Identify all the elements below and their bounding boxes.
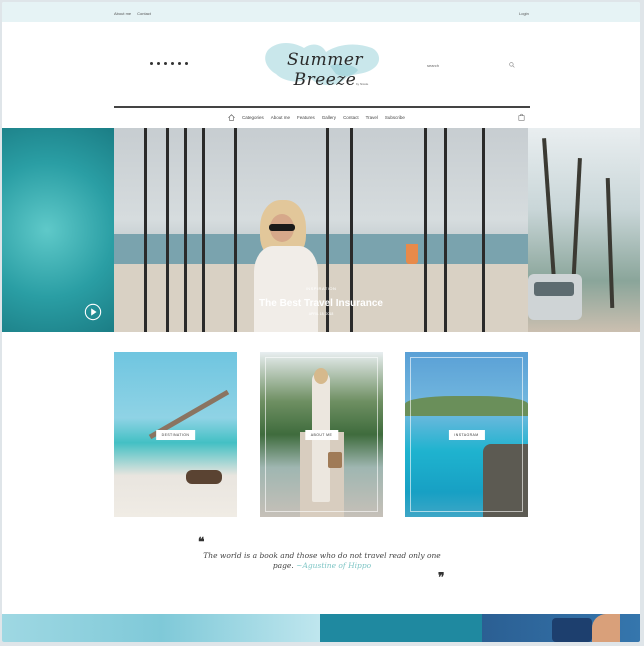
nav-item-gallery[interactable]: Gallery	[322, 115, 336, 120]
bottom-image-sea[interactable]	[320, 614, 482, 642]
card-about-me[interactable]: ABOUT ME	[260, 352, 383, 517]
facebook-icon[interactable]	[150, 62, 153, 65]
sunglasses	[269, 224, 295, 231]
hero-badge[interactable]: INSPIRATION	[114, 286, 528, 291]
nav-item-about[interactable]: About me	[271, 115, 290, 120]
search-placeholder: search	[427, 63, 440, 68]
hero-next-slide[interactable]	[528, 128, 640, 332]
quote-author: ~Agustine of Hippo	[296, 561, 372, 570]
handbag	[552, 618, 592, 642]
twitter-icon[interactable]	[157, 62, 160, 65]
card-label-about-me[interactable]: ABOUT ME	[304, 430, 339, 440]
nav-item-subscribe[interactable]: Subscribe	[385, 115, 405, 120]
rss-icon[interactable]	[185, 62, 188, 65]
bottom-image-person[interactable]	[482, 614, 640, 642]
bottom-image-water[interactable]	[2, 614, 320, 642]
nav-item-contact[interactable]: Contact	[343, 115, 359, 120]
main-nav: Categories About me Features Gallery Con…	[228, 114, 405, 121]
top-link-about[interactable]: About me	[114, 11, 131, 16]
login-link[interactable]: Login	[519, 11, 529, 16]
search-input[interactable]: search	[427, 62, 515, 70]
shopping-bag-icon[interactable]	[518, 113, 525, 121]
social-icons	[150, 62, 188, 65]
hero-prev-slide[interactable]	[2, 128, 114, 332]
car	[528, 274, 582, 320]
drink-glass	[406, 244, 418, 264]
card-label-destination[interactable]: DESTINATION	[155, 430, 196, 440]
logo-subtitle: by Nicole	[356, 82, 369, 86]
quote-block: The world is a book and those who do not…	[200, 551, 444, 571]
hero-main-slide[interactable]: INSPIRATION The Best Travel Insurance AP…	[114, 128, 528, 332]
top-bar: About me Contact Login	[2, 2, 640, 22]
quote-close-icon: ❞	[438, 570, 445, 584]
youtube-icon[interactable]	[164, 62, 167, 65]
site-logo[interactable]: Summer Breeze by Nicole	[260, 36, 388, 94]
top-link-contact[interactable]: Contact	[137, 11, 151, 16]
nav-item-features[interactable]: Features	[297, 115, 315, 120]
play-icon[interactable]	[84, 303, 102, 321]
palm-trunk	[605, 177, 615, 309]
arm	[592, 614, 620, 642]
car-window	[534, 282, 574, 296]
card-destination[interactable]: DESTINATION	[114, 352, 237, 517]
sea-background	[114, 234, 528, 264]
instagram-icon[interactable]	[171, 62, 174, 65]
page-frame: About me Contact Login Summer Breeze by …	[2, 2, 640, 642]
card-instagram[interactable]: INSTAGRAM	[405, 352, 528, 517]
header-divider	[114, 106, 530, 108]
hero-slider[interactable]: INSPIRATION The Best Travel Insurance AP…	[2, 128, 640, 332]
nav-item-travel[interactable]: Travel	[366, 115, 378, 120]
hero-date: APRIL 18, 2018	[308, 312, 334, 316]
card-label-instagram[interactable]: INSTAGRAM	[448, 430, 485, 440]
nav-item-categories[interactable]: Categories	[242, 115, 264, 120]
pinterest-icon[interactable]	[178, 62, 181, 65]
search-icon[interactable]	[509, 62, 515, 68]
home-icon[interactable]	[228, 114, 235, 121]
top-links: About me Contact	[114, 11, 151, 16]
hero-title[interactable]: The Best Travel Insurance	[114, 298, 528, 309]
person-lounging	[186, 470, 222, 484]
quote-open-icon: ❝	[198, 535, 205, 549]
